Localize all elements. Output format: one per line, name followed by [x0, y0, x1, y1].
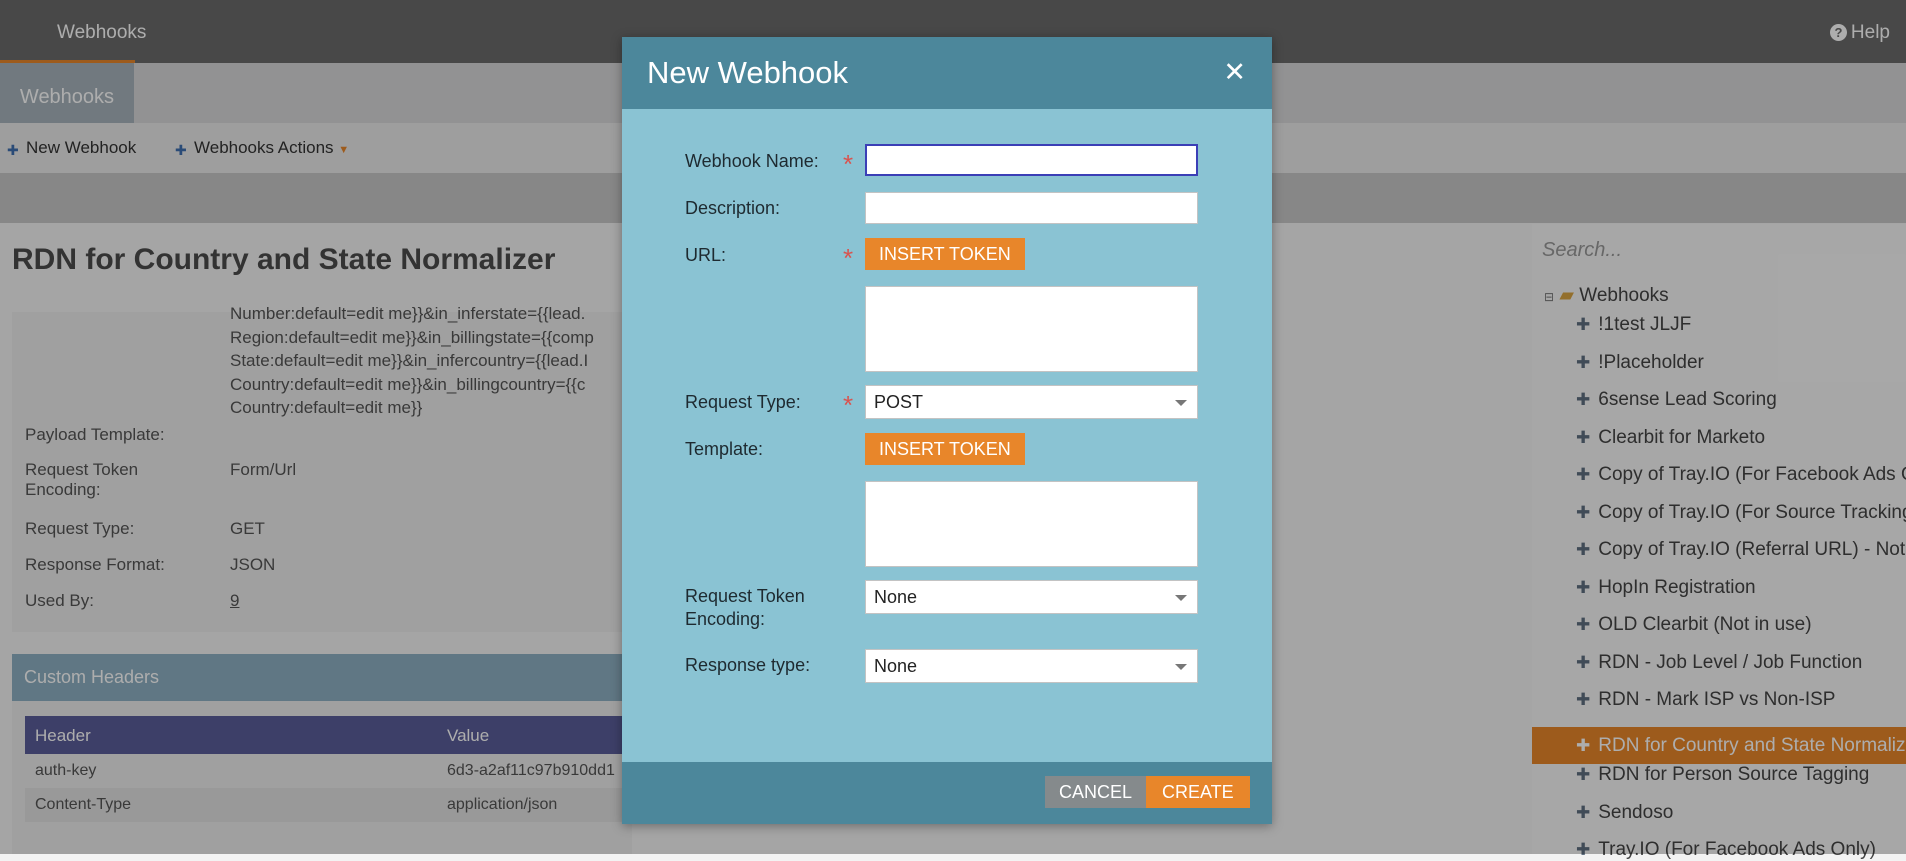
required-marker: * — [843, 390, 854, 420]
url-insert-token-button[interactable]: INSERT TOKEN — [865, 238, 1025, 270]
chevron-down-icon — [1175, 664, 1187, 670]
chevron-down-icon — [1175, 595, 1187, 601]
token-encoding-select[interactable]: None — [865, 580, 1198, 614]
required-marker: * — [843, 243, 854, 273]
webhook-name-label: Webhook Name: — [685, 151, 819, 171]
template-label: Template: — [685, 439, 764, 459]
response-type-select[interactable]: None — [865, 649, 1198, 683]
create-button[interactable]: CREATE — [1146, 776, 1250, 808]
new-webhook-dialog: New Webhook ✕ Webhook Name: * Descriptio… — [622, 37, 1272, 824]
request-type-label: Request Type: — [685, 392, 801, 412]
dialog-header: New Webhook ✕ — [622, 37, 1272, 109]
request-type-select[interactable]: POST — [865, 385, 1198, 419]
dialog-footer: CANCEL CREATE — [622, 762, 1272, 824]
required-marker: * — [843, 149, 854, 179]
dialog-title: New Webhook — [647, 55, 849, 90]
response-type-label: Response type: — [685, 655, 811, 675]
token-encoding-label: Request Token Encoding: — [685, 586, 805, 629]
request-type-value: POST — [874, 392, 924, 412]
url-label: URL: — [685, 245, 727, 265]
description-input[interactable] — [865, 192, 1198, 224]
response-type-value: None — [874, 656, 918, 676]
close-icon[interactable]: ✕ — [1223, 57, 1246, 88]
token-encoding-value: None — [874, 587, 918, 607]
description-label: Description: — [685, 198, 781, 218]
url-textarea[interactable] — [865, 286, 1198, 372]
chevron-down-icon — [1175, 400, 1187, 406]
template-insert-token-button[interactable]: INSERT TOKEN — [865, 433, 1025, 465]
template-textarea[interactable] — [865, 481, 1198, 567]
cancel-button[interactable]: CANCEL — [1045, 776, 1147, 808]
webhook-name-input[interactable] — [865, 144, 1198, 176]
